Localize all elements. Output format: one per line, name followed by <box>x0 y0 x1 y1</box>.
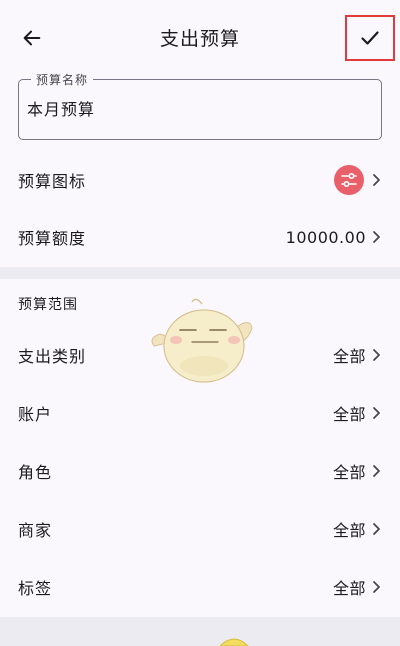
chevron-right-icon <box>370 230 382 244</box>
scope-item-label: 支出类别 <box>18 347 87 366</box>
chevron-right-icon <box>370 406 382 420</box>
section-divider <box>0 617 400 646</box>
scope-item-merchant[interactable]: 商家 全部 <box>0 501 400 557</box>
budget-name-label: 预算名称 <box>31 71 94 88</box>
budget-icon-row[interactable]: 预算图标 <box>0 152 400 208</box>
budget-amount-value: 10000.00 <box>285 227 366 247</box>
scope-item-value: 全部 <box>332 405 366 424</box>
check-icon <box>361 31 379 45</box>
chevron-right-icon <box>370 580 382 594</box>
confirm-button[interactable] <box>345 15 395 61</box>
budget-name-field[interactable]: 预算名称 <box>18 71 382 140</box>
budget-name-input[interactable] <box>27 98 357 117</box>
scope-item-value: 全部 <box>332 347 366 366</box>
scope-item-tag[interactable]: 标签 全部 <box>0 559 400 615</box>
scope-section-title: 预算范围 <box>18 297 78 313</box>
scope-item-label: 角色 <box>18 463 53 482</box>
scope-item-label: 商家 <box>18 521 53 540</box>
section-divider <box>0 267 400 279</box>
scope-item-role[interactable]: 角色 全部 <box>0 443 400 499</box>
budget-screen: 支出预算 预算名称 预算图标 <box>0 0 400 646</box>
sliders-icon <box>334 165 364 195</box>
scope-item-label: 账户 <box>18 405 53 424</box>
scope-item-value: 全部 <box>332 579 366 598</box>
page-title: 支出预算 <box>159 28 240 50</box>
scope-item-value: 全部 <box>332 521 366 540</box>
budget-amount-label: 预算额度 <box>18 229 87 248</box>
chevron-right-icon <box>370 464 382 478</box>
top-app-bar: 支出预算 <box>0 0 400 76</box>
budget-amount-row[interactable]: 预算额度 10000.00 <box>0 209 400 265</box>
chevron-right-icon <box>370 348 382 362</box>
budget-icon-label: 预算图标 <box>18 172 87 191</box>
scope-item-label: 标签 <box>18 579 53 598</box>
chevron-right-icon <box>370 173 382 187</box>
scope-item-account[interactable]: 账户 全部 <box>0 385 400 441</box>
chevron-right-icon <box>370 522 382 536</box>
scope-item-value: 全部 <box>332 463 366 482</box>
mascot-watermark <box>151 298 253 383</box>
mascot-partial <box>219 638 249 646</box>
